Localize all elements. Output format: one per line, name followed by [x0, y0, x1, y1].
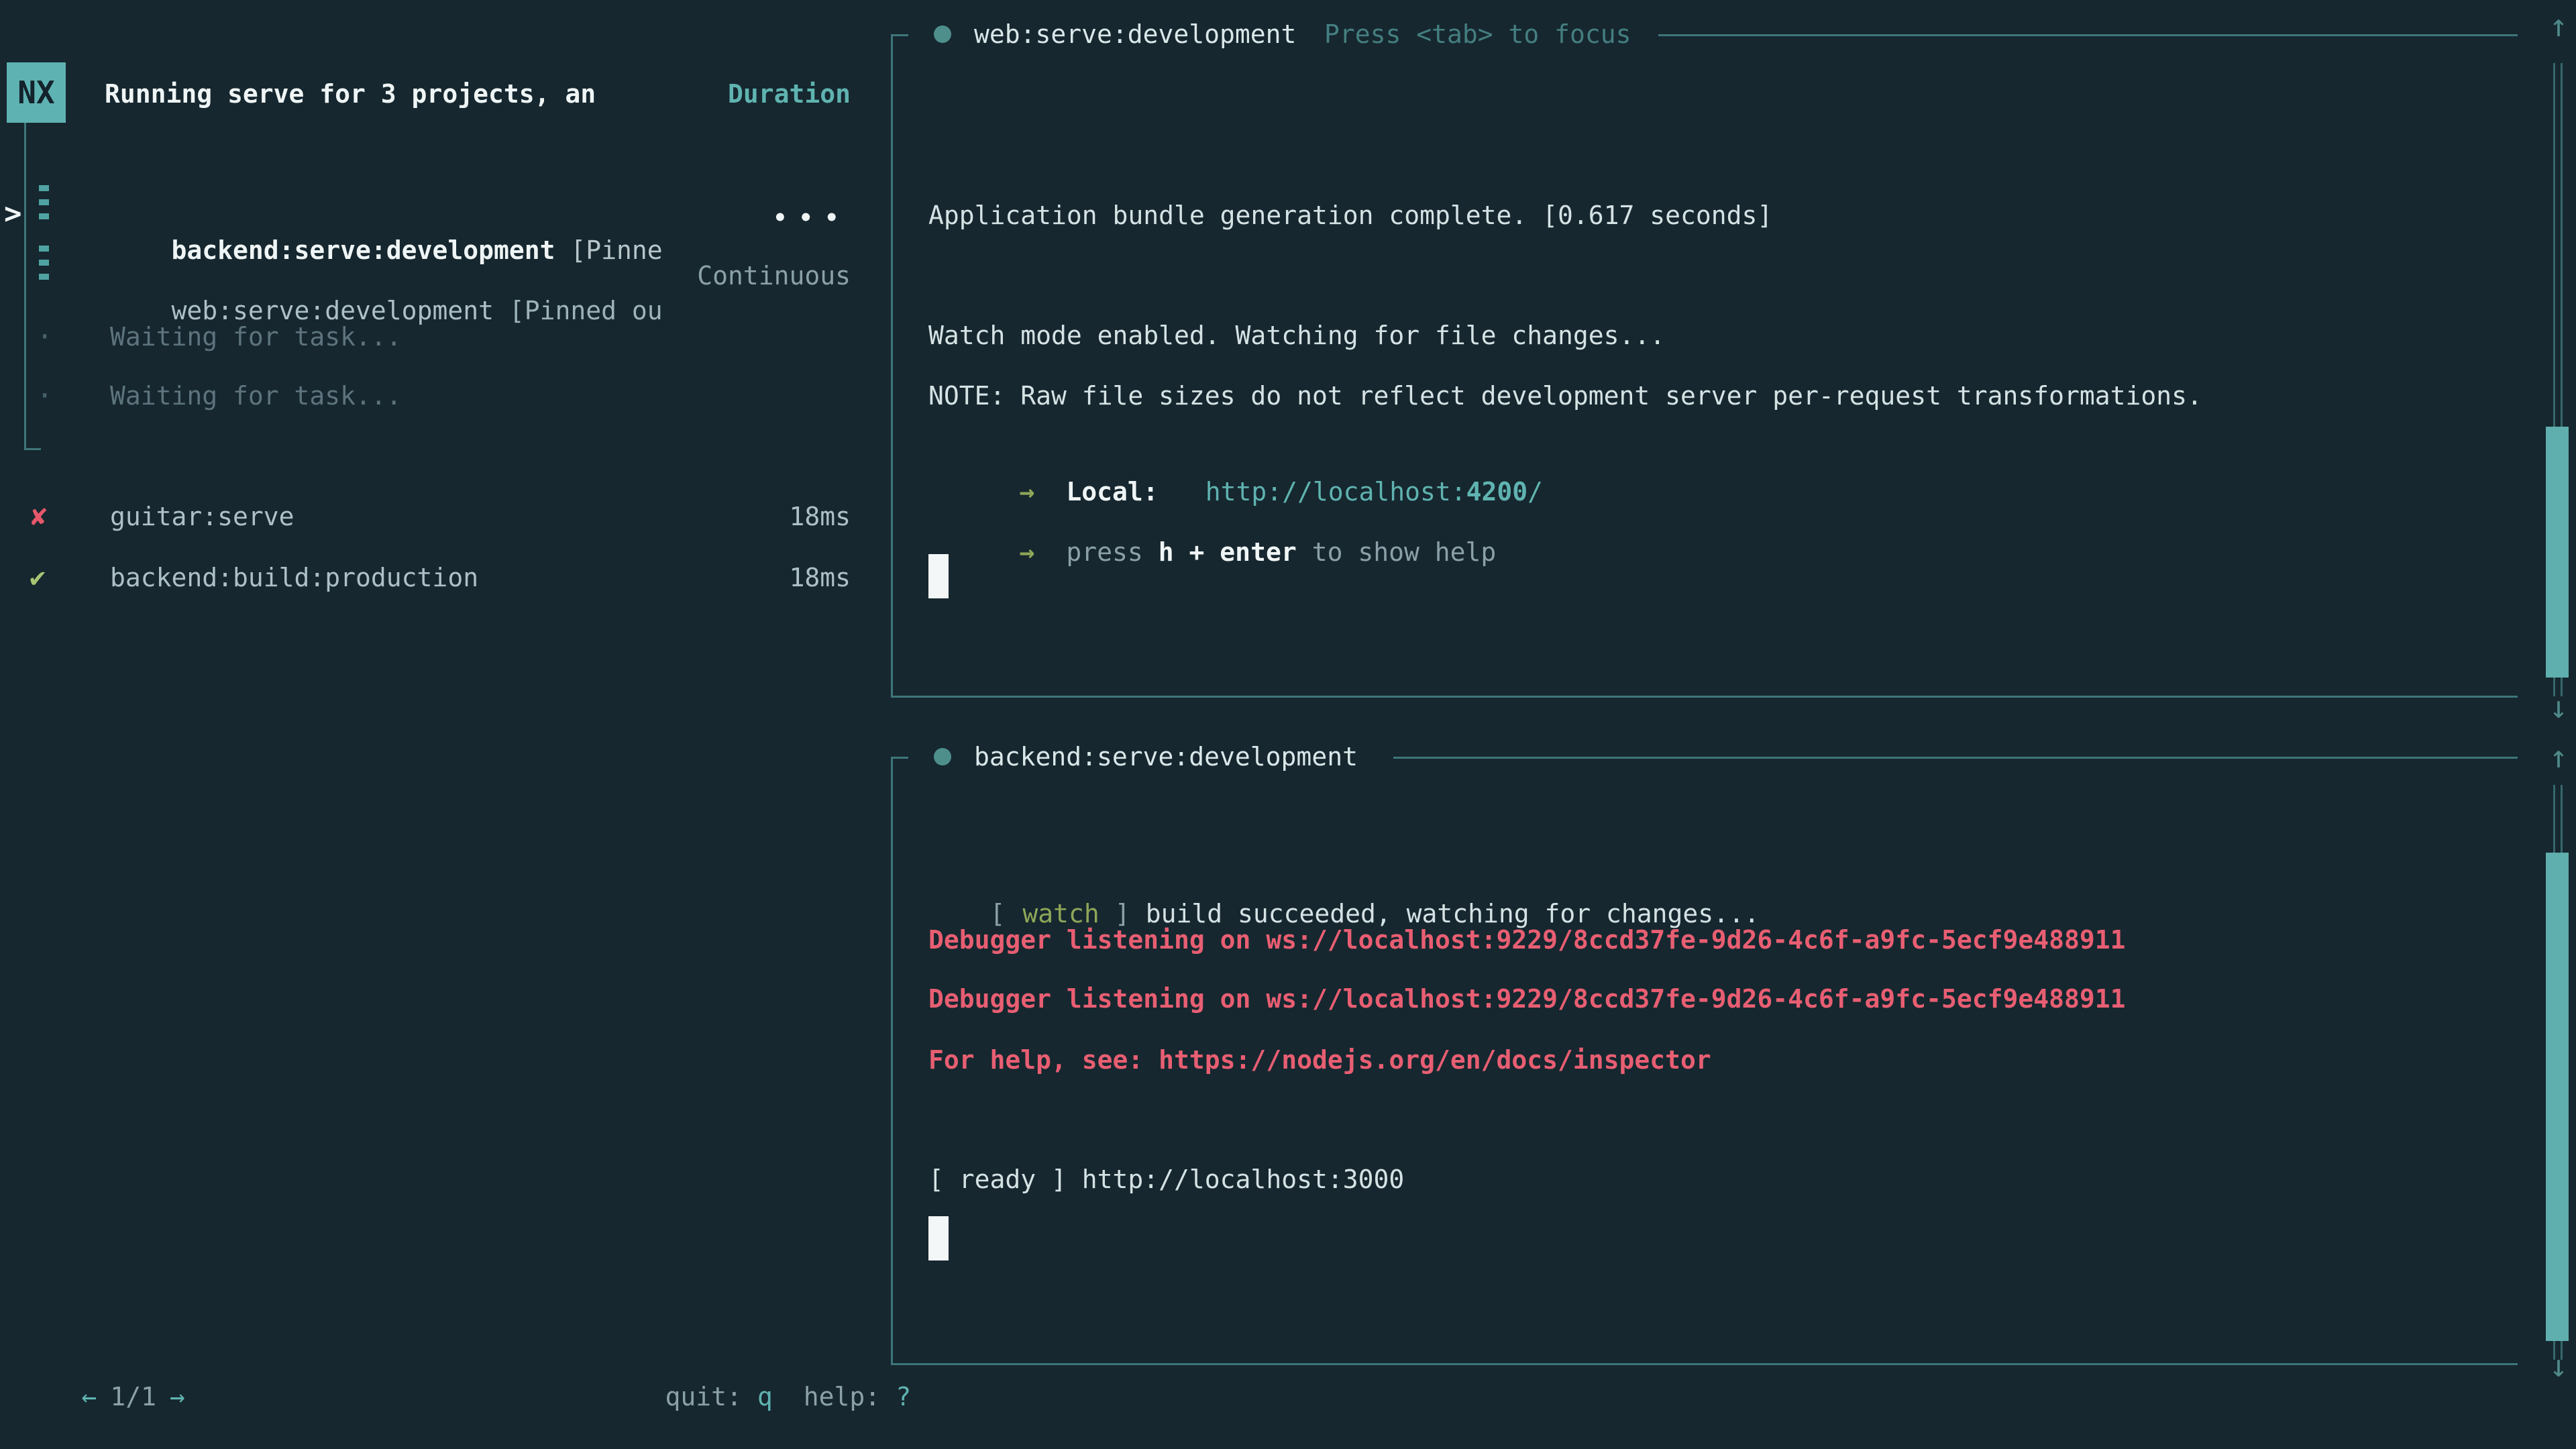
pane-status-dot-icon — [934, 25, 951, 43]
task-spinner-dots: ••• — [0, 201, 851, 235]
console-line-ready: [ ready ] http://localhost:3000 — [928, 1162, 1404, 1197]
scroll-up-icon[interactable]: ↑ — [2544, 739, 2573, 774]
console-line-debugger-2: Debugger listening on ws://localhost:922… — [928, 981, 2125, 1016]
help-keys: h + enter — [1159, 537, 1297, 567]
scrollbar-thumb[interactable] — [2546, 427, 2569, 678]
pane-border — [1393, 757, 2518, 759]
duration-column-header: Duration — [0, 76, 851, 111]
arrow-icon: → — [1020, 537, 1035, 567]
task-duration: 18ms — [0, 560, 851, 595]
terminal-cursor — [928, 554, 949, 598]
page-indicator: 1/1 — [110, 1382, 156, 1411]
help-label: help: — [804, 1382, 880, 1411]
pane-title: web:serve:development — [974, 17, 1296, 52]
help-post: to show help — [1312, 537, 1497, 567]
page-next-arrow-icon[interactable]: → — [170, 1382, 185, 1411]
pane-border — [891, 696, 2518, 698]
quit-label: quit: — [665, 1382, 742, 1411]
console-line-debugger-1: Debugger listening on ws://localhost:922… — [928, 922, 2125, 957]
task-suffix: [Pinned ou — [494, 296, 663, 325]
scroll-up-icon[interactable]: ↑ — [2544, 8, 2573, 43]
nx-tui-screen: NX Running serve for 3 projects, an Dura… — [0, 0, 2576, 1449]
page-prev-arrow-icon[interactable]: ← — [82, 1382, 97, 1411]
terminal-cursor — [928, 1216, 949, 1260]
pane-border — [891, 34, 893, 698]
pane-border — [1658, 34, 2518, 36]
task-row-waiting-1[interactable]: Waiting for task... — [110, 319, 402, 354]
quit-key: q — [757, 1382, 773, 1411]
console-line-help-hint: → press h + enter to show help — [928, 500, 1496, 604]
keyboard-shortcuts: quit: q help:? — [604, 1344, 911, 1449]
console-line-note: NOTE: Raw file sizes do not reflect deve… — [928, 378, 2202, 413]
pane-border — [891, 1363, 2518, 1365]
pagination: ← 1/1 → — [20, 1344, 185, 1449]
pane-focus-hint: Press <tab> to focus — [1324, 17, 1631, 52]
scroll-down-icon[interactable]: ↓ — [2544, 690, 2573, 724]
scroll-down-icon[interactable]: ↓ — [2544, 1348, 2573, 1383]
task-duration: 18ms — [0, 499, 851, 534]
pane-status-dot-icon — [934, 748, 951, 765]
pane-title: backend:serve:development — [974, 739, 1358, 774]
help-pre: press — [1066, 537, 1142, 567]
pending-dot-icon: · — [36, 378, 53, 413]
task-row-waiting-2[interactable]: Waiting for task... — [110, 378, 402, 413]
console-line-watch-mode: Watch mode enabled. Watching for file ch… — [928, 318, 1665, 353]
scrollbar-thumb[interactable] — [2546, 853, 2569, 1341]
help-key: ? — [896, 1382, 911, 1411]
console-line-inspector-help: For help, see: https://nodejs.org/en/doc… — [928, 1042, 1711, 1077]
pane-border — [891, 757, 893, 1365]
console-line-bundle: Application bundle generation complete. … — [928, 198, 1772, 233]
pending-dot-icon: · — [36, 319, 53, 354]
task-status-continuous: Continuous — [0, 258, 851, 293]
pane-border — [891, 757, 908, 759]
pane-border — [891, 34, 908, 36]
